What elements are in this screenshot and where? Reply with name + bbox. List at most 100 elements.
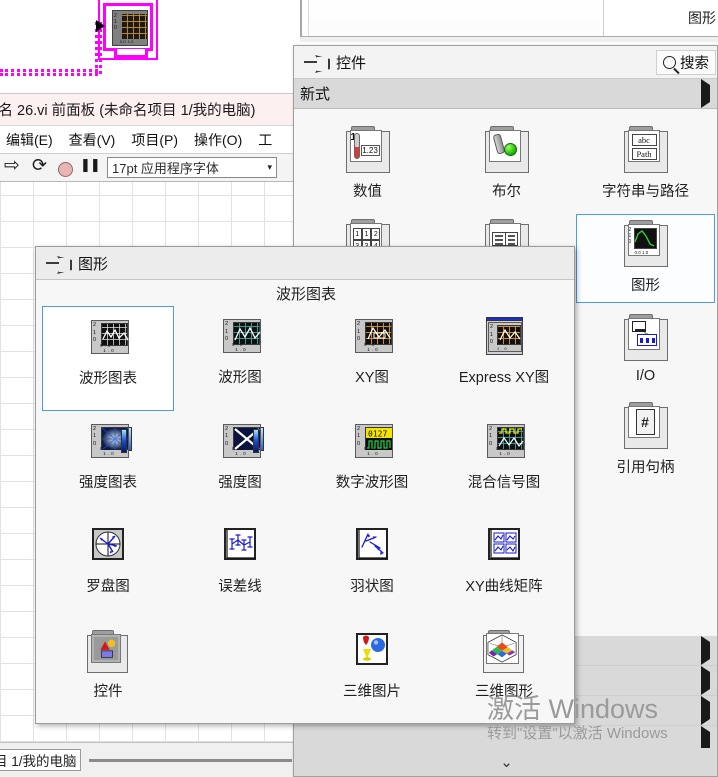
- wire-horizontal-segment: [0, 69, 98, 76]
- graph-item-label: XY图: [355, 370, 389, 386]
- graph-item-waveform-chart[interactable]: 210 0.0 1.0 波形图表: [42, 306, 174, 411]
- graph-item-label: 强度图表: [79, 474, 137, 491]
- palette-item-label: 图形: [631, 278, 660, 294]
- graph-item-intensity-chart[interactable]: 210 0.0 1.0 强度图表: [42, 411, 174, 516]
- chevron-right-icon: [701, 79, 710, 108]
- digital-waveform-graph-icon: 210 0127 0.0 1.0: [350, 421, 394, 465]
- graph-item-waveform-graph[interactable]: 210 0.0 1.0 波形图: [174, 306, 306, 411]
- graph-item-feather-plot[interactable]: 羽状图: [306, 515, 438, 620]
- palette-item-label: I/O: [635, 368, 656, 384]
- pin-icon[interactable]: [304, 53, 330, 71]
- controls-palette-title-bar: 控件 搜索: [294, 46, 717, 79]
- graph-palette-grid: 210 0.0 1.0 波形图表 210 0.0 1.0 波形图 2 1 0 0…: [36, 306, 574, 724]
- 3d-graph-folder-icon: [482, 629, 526, 674]
- intensity-chart-icon: 210 0.0 1.0: [86, 421, 132, 465]
- graph-item-xy-plot-matrix[interactable]: XY曲线矩阵: [438, 515, 570, 620]
- palette-item-label: 引用句柄: [616, 460, 675, 476]
- menu-item-project[interactable]: 项目(P): [131, 130, 178, 150]
- graph-item-label: 数字波形图: [335, 474, 409, 491]
- graph-item-label: 羽状图: [350, 579, 394, 595]
- error-bar-plot-icon: [218, 525, 262, 569]
- string-path-folder-icon: abc Path: [622, 126, 670, 174]
- svg-text:0127: 0127: [368, 429, 387, 438]
- xy-plot-matrix-icon: [482, 525, 526, 569]
- graph-item-3d-graph[interactable]: 三维图形: [438, 620, 570, 724]
- palette-item-refnum[interactable]: # 引用句柄: [576, 397, 715, 484]
- menu-item-tools[interactable]: 工: [258, 130, 272, 150]
- search-label: 搜索: [680, 56, 709, 72]
- menu-item-edit[interactable]: 编辑(E): [6, 130, 53, 150]
- search-icon: [663, 56, 676, 69]
- search-button[interactable]: 搜索: [656, 50, 716, 75]
- graph-item-compass-plot[interactable]: 罗盘图: [42, 515, 174, 620]
- drag-cursor-icon: [96, 20, 105, 32]
- background-strip-divider: [300, 36, 718, 42]
- status-project-label[interactable]: 目 1/我的电脑: [0, 749, 81, 771]
- graph-item-label: 误差线: [218, 579, 262, 595]
- graph-item-express-xy-graph[interactable]: 210 0.0 1.0 Express XY图: [438, 306, 570, 411]
- palette-item-io[interactable]: ↘ I/O: [576, 309, 715, 391]
- palette-item-boolean[interactable]: 布尔: [437, 121, 576, 208]
- menu-item-view[interactable]: 查看(V): [69, 130, 116, 150]
- run-arrow-icon[interactable]: [4, 154, 24, 178]
- terminal-x-axis-labels: 0.0 1.0: [120, 39, 134, 44]
- numeric-folder-icon: 1 1.23: [344, 126, 392, 174]
- graph-item-label: 罗盘图: [86, 579, 130, 595]
- terminal-plot-area: [122, 14, 147, 39]
- graph-item-mixed-signal-graph[interactable]: 210 0.0 1.0 混合信号图: [438, 411, 570, 516]
- xy-graph-icon: 210 0.0 1.0: [350, 316, 394, 360]
- graph-palette-title-bar: 图形: [36, 247, 574, 280]
- express-xy-graph-icon: 210 0.0 1.0: [482, 316, 526, 360]
- graph-item-error-bar-plot[interactable]: 误差线: [174, 515, 306, 620]
- 3d-picture-icon: [350, 630, 394, 674]
- graph-item-controls-folder[interactable]: 控件: [42, 620, 174, 724]
- terminal-y-axis-labels: 210: [114, 13, 117, 31]
- menu-bar[interactable]: 编辑(E) 查看(V) 项目(P) 操作(O) 工: [0, 125, 300, 153]
- front-panel-status-bar: 目 1/我的电脑: [0, 742, 300, 777]
- graph-item-label: 强度图: [218, 474, 262, 491]
- graph-item-3d-picture[interactable]: 三维图片: [306, 620, 438, 724]
- boolean-folder-icon: [483, 126, 531, 174]
- pause-icon[interactable]: [80, 157, 100, 178]
- block-diagram-drop-area[interactable]: 210 0.0 1.0: [0, 0, 300, 93]
- chevron-right-icon: [701, 695, 710, 725]
- graph-palette-window[interactable]: 图形 波形图表 210 0.0 1.0 波形图表 210 0.0 1.0 波形图…: [35, 246, 575, 724]
- waveform-graph-icon: 210 0.0 1.0: [218, 316, 262, 360]
- palette-expand-more-button[interactable]: ⌄: [294, 748, 717, 776]
- palette-item-numeric[interactable]: 1 1.23 数值: [298, 121, 437, 208]
- chevron-right-icon: [701, 665, 710, 695]
- feather-plot-icon: [350, 525, 394, 569]
- controls-folder-icon: [86, 629, 130, 674]
- graph-folder-icon: 210 0.0 1.0: [622, 220, 670, 268]
- refnum-folder-icon: #: [622, 402, 670, 450]
- abort-execution-icon[interactable]: [58, 161, 73, 177]
- palette-item-label: 布尔: [492, 184, 521, 200]
- page-title: 命名 26.vi 前面板 (未命名项目 1/我的电脑): [0, 103, 256, 119]
- waveform-curve: [633, 230, 654, 247]
- graph-item-empty: [174, 620, 306, 724]
- pin-icon[interactable]: [46, 254, 72, 272]
- font-selector[interactable]: 17pt 应用程序字体 ▾: [107, 157, 277, 178]
- palette-item-string-path[interactable]: abc Path 字符串与路径: [576, 121, 715, 208]
- graph-item-label: Express XY图: [458, 370, 550, 386]
- graph-item-xy-graph[interactable]: 210 0.0 1.0 XY图: [306, 306, 438, 411]
- background-panel-title: 图形: [603, 0, 718, 36]
- graph-item-digital-waveform-graph[interactable]: 210 0127 0.0 1.0 数字波形图: [306, 411, 438, 516]
- graph-item-label: 混合信号图: [467, 474, 541, 491]
- front-panel-toolbar[interactable]: 17pt 应用程序字体 ▾: [0, 153, 300, 182]
- dragged-graph-terminal[interactable]: 210 0.0 1.0: [96, 3, 153, 58]
- graph-palette-section-title: 波形图表: [36, 280, 574, 306]
- graph-item-label: 波形图: [218, 370, 262, 386]
- status-divider: [88, 758, 292, 762]
- run-continuously-icon[interactable]: [31, 155, 51, 178]
- compass-plot-icon: [86, 525, 130, 569]
- palette-item-graph[interactable]: 210 0.0 1.0 图形: [576, 214, 715, 303]
- palette-category-modern[interactable]: 新式: [294, 79, 717, 109]
- waveform-chart-icon: 210 0.0 1.0: [86, 317, 130, 361]
- palette-item-label: 数值: [353, 184, 382, 200]
- background-document-pane: [300, 0, 600, 36]
- io-folder-icon: ↘: [622, 314, 670, 362]
- menu-item-operate[interactable]: 操作(O): [194, 130, 242, 150]
- terminal-connector-legs: [114, 49, 148, 58]
- graph-item-intensity-graph[interactable]: 210 0.0 1.0 强度图: [174, 411, 306, 516]
